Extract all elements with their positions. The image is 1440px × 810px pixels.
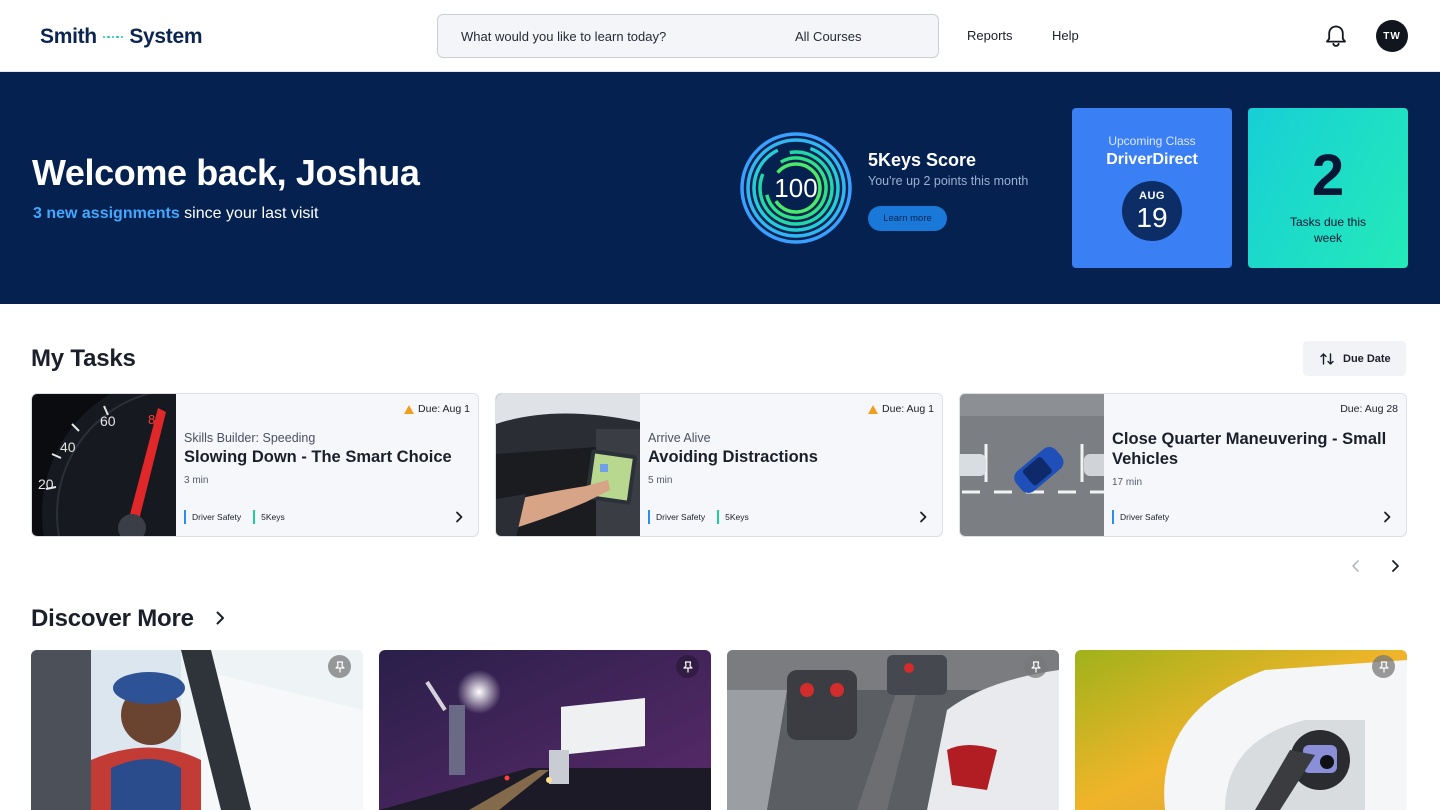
avatar[interactable]: TW xyxy=(1376,20,1408,52)
discover-more-title[interactable]: Discover More xyxy=(31,605,194,633)
night-highway-image xyxy=(379,650,711,810)
tasks-due-count: 2 xyxy=(1311,143,1345,208)
search-scope-select[interactable]: All Courses xyxy=(795,29,861,44)
task-tags: Driver Safety 5Keys xyxy=(184,510,285,524)
new-assignments-link[interactable]: 3 new assignments xyxy=(33,205,180,222)
upcoming-class-label: Upcoming Class xyxy=(1108,134,1196,148)
score-subtitle: You're up 2 points this month xyxy=(868,174,1029,188)
task-due-text: Due: Aug 1 xyxy=(418,403,470,415)
task-tag: Driver Safety xyxy=(648,510,705,524)
task-due: Due: Aug 1 xyxy=(868,403,934,415)
discover-card[interactable] xyxy=(727,650,1059,810)
chevron-left-icon[interactable] xyxy=(1348,558,1364,574)
pin-icon xyxy=(334,660,345,672)
task-title[interactable]: Avoiding Distractions xyxy=(648,447,933,467)
chevron-right-icon[interactable] xyxy=(916,510,930,524)
task-duration: 5 min xyxy=(648,475,673,486)
warning-icon xyxy=(404,404,415,414)
task-title[interactable]: Slowing Down - The Smart Choice xyxy=(184,447,469,467)
score-title: 5Keys Score xyxy=(868,150,977,170)
upcoming-class-card[interactable]: Upcoming Class DriverDirect AUG 19 xyxy=(1072,108,1232,268)
chevron-right-icon[interactable] xyxy=(452,510,466,524)
my-tasks-title: My Tasks xyxy=(31,345,136,372)
search-bar[interactable]: What would you like to learn today? All … xyxy=(437,14,939,58)
task-due-text: Due: Aug 28 xyxy=(1340,403,1398,415)
top-bar: Smith System What would you like to lear… xyxy=(0,0,1440,72)
tasks-due-card[interactable]: 2 Tasks due this week xyxy=(1248,108,1408,268)
task-category: Arrive Alive xyxy=(648,431,711,445)
welcome-heading: Welcome back, Joshua xyxy=(32,152,420,193)
pin-icon xyxy=(1030,660,1041,672)
ev-charging-image xyxy=(1075,650,1407,810)
logo-text-left: Smith xyxy=(40,25,97,48)
task-tag: 5Keys xyxy=(253,510,285,524)
task-tags: Driver Safety xyxy=(1112,510,1169,524)
sort-label: Due Date xyxy=(1343,352,1391,365)
task-tag: Driver Safety xyxy=(184,510,241,524)
dashboard-touchscreen-image xyxy=(496,394,640,536)
task-duration: 17 min xyxy=(1112,477,1143,488)
driver-portrait-image xyxy=(31,650,363,810)
svg-text:20: 20 xyxy=(38,476,54,492)
task-due: Due: Aug 1 xyxy=(404,403,470,415)
traffic-jam-image xyxy=(727,650,1059,810)
task-duration: 3 min xyxy=(184,475,209,486)
upcoming-class-name: DriverDirect xyxy=(1106,151,1198,168)
pin-button[interactable] xyxy=(676,655,699,678)
chevron-right-icon[interactable] xyxy=(212,610,228,626)
search-input[interactable]: What would you like to learn today? xyxy=(461,29,666,44)
task-card-speeding[interactable]: 20 40 60 80 Due: Aug 1 Skills Builder: S… xyxy=(31,393,479,537)
tasks-due-label: Tasks due this week xyxy=(1289,215,1367,245)
pin-icon xyxy=(682,660,693,672)
nav-reports[interactable]: Reports xyxy=(967,28,1013,43)
pin-button[interactable] xyxy=(1372,655,1395,678)
discover-card[interactable] xyxy=(31,650,363,810)
parking-lot-image xyxy=(960,394,1104,536)
assignments-summary: 3 new assignments since your last visit xyxy=(33,205,318,223)
nav-help[interactable]: Help xyxy=(1052,28,1079,43)
warning-icon xyxy=(868,404,879,414)
learn-more-button[interactable]: Learn more xyxy=(868,206,947,231)
hero-banner: Welcome back, Joshua 3 new assignments s… xyxy=(0,72,1440,304)
upcoming-class-month: AUG xyxy=(1139,190,1165,202)
pin-button[interactable] xyxy=(1024,655,1047,678)
task-card-close-quarter[interactable]: Due: Aug 28 Close Quarter Maneuvering - … xyxy=(959,393,1407,537)
chevron-right-icon[interactable] xyxy=(1380,510,1394,524)
task-category: Skills Builder: Speeding xyxy=(184,431,316,445)
svg-text:60: 60 xyxy=(100,413,116,429)
sort-icon xyxy=(1320,352,1334,365)
task-tag: 5Keys xyxy=(717,510,749,524)
pin-icon xyxy=(1378,660,1389,672)
task-due-text: Due: Aug 1 xyxy=(882,403,934,415)
logo-text-right: System xyxy=(129,25,203,48)
score-value: 100 xyxy=(774,172,818,203)
upcoming-class-day: 19 xyxy=(1136,202,1168,233)
speedometer-image: 20 40 60 80 xyxy=(32,394,176,536)
svg-text:40: 40 xyxy=(60,439,76,455)
sort-due-date-button[interactable]: Due Date xyxy=(1303,341,1406,376)
task-tags: Driver Safety 5Keys xyxy=(648,510,749,524)
task-title[interactable]: Close Quarter Maneuvering - Small Vehicl… xyxy=(1112,429,1397,469)
discover-card[interactable] xyxy=(379,650,711,810)
assignments-summary-text: since your last visit xyxy=(179,205,319,222)
task-tag: Driver Safety xyxy=(1112,510,1169,524)
task-card-distractions[interactable]: Due: Aug 1 Arrive Alive Avoiding Distrac… xyxy=(495,393,943,537)
discover-card[interactable] xyxy=(1075,650,1407,810)
pin-button[interactable] xyxy=(328,655,351,678)
task-due: Due: Aug 28 xyxy=(1340,403,1398,415)
upcoming-class-date: AUG 19 xyxy=(1122,181,1182,241)
score-rings: 100 xyxy=(738,130,854,246)
logo[interactable]: Smith System xyxy=(40,24,203,50)
chevron-right-icon[interactable] xyxy=(1387,558,1403,574)
bell-icon[interactable] xyxy=(1322,22,1350,50)
logo-dots xyxy=(102,35,124,39)
